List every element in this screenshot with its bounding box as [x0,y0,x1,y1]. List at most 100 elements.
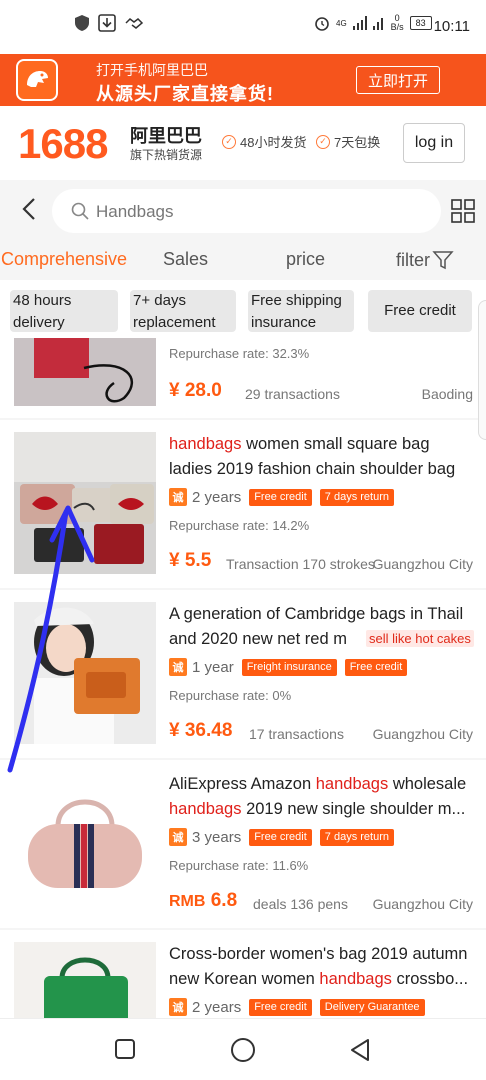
supplier-tags: 诚 2 years Free credit Delivery Guarantee [169,998,425,1016]
product-card[interactable]: AliExpress Amazon handbags wholesale han… [0,760,486,928]
supplier-years: 2 years [192,998,242,1016]
brand-subtitle: 旗下热销货源 [130,148,203,162]
status-right-icons: 4G 0 B/s 83 [314,14,432,32]
back-icon[interactable] [348,1037,372,1063]
hot-sale-tag: sell like hot cakes [366,630,474,647]
handshake-icon [125,18,144,29]
product-image[interactable] [14,942,156,1018]
tag-7day-return: 7 days return [319,488,394,506]
network-type: 4G [336,18,347,28]
transactions: 29 transactions [245,386,340,402]
signal-icon-2 [372,18,383,30]
filter-funnel-icon [432,251,454,270]
supplier-tags: 诚 3 years Free credit 7 days return [169,828,394,846]
status-time: 10:11 [433,18,470,35]
chip-7day-replacement[interactable]: 7+ days replacement [130,290,236,332]
badge-48h-shipping: ✓ 48小时发货 [222,132,306,151]
tab-filter[interactable]: filter [396,249,454,271]
product-title[interactable]: Cross-border women's bag 2019 autumn new… [169,942,474,992]
product-price: RMB 6.8 [169,890,238,911]
shield-icon [75,15,89,31]
repurchase-rate: Repurchase rate: 0% [169,688,292,703]
product-title[interactable]: AliExpress Amazon handbags wholesale han… [169,772,474,822]
login-button[interactable]: log in [403,123,465,163]
repurchase-rate: Repurchase rate: 14.2% [169,518,310,533]
dino-logo-icon [27,71,48,87]
chip-48h-delivery[interactable]: 48 hours delivery [10,290,118,332]
app-logo [16,59,58,101]
filter-chips: 48 hours delivery 7+ days replacement Fr… [0,280,486,338]
tab-filter-label: filter [396,249,431,270]
product-price: ¥ 36.48 [169,720,233,741]
search-icon [71,202,89,220]
badge-7day-exchange: ✓ 7天包换 [316,132,380,151]
repurchase-rate: Repurchase rate: 32.3% [169,346,310,361]
tag-free-credit: Free credit [249,488,312,506]
product-card[interactable]: Repurchase rate: 32.3% ¥ 28.0 29 transac… [0,338,486,418]
transactions: deals 136 pens [253,896,348,912]
supplier-years: 2 years [192,488,242,506]
system-nav-bar [0,1018,486,1080]
brand-logo-number[interactable]: 1688 [18,120,108,168]
download-icon [98,14,116,32]
product-price: ¥ 5.5 [169,550,212,571]
home-icon[interactable] [230,1037,256,1063]
tab-sales[interactable]: Sales [163,249,208,270]
product-list: Repurchase rate: 32.3% ¥ 28.0 29 transac… [0,338,486,1018]
status-bar: 4G 0 B/s 83 10:11 [0,0,486,54]
search-row: Handbags [0,180,486,242]
repurchase-rate: Repurchase rate: 11.6% [169,858,309,873]
tag-delivery-guarantee: Delivery Guarantee [319,998,425,1016]
chengxin-badge-icon: 诚 [169,488,187,506]
banner-line1: 打开手机阿里巴巴 [96,62,208,78]
sort-tabs: Comprehensive Sales price filter [0,242,486,280]
chevron-left-icon [22,198,35,220]
product-image[interactable] [14,772,156,914]
product-card[interactable]: Cross-border women's bag 2019 autumn new… [0,930,486,1018]
location: Guangzhou City [372,556,473,572]
battery-icon: 83 [409,16,432,30]
banner-line2: 从源头厂家直接拿货! [96,84,274,104]
check-circle-icon: ✓ [222,134,236,149]
status-left-icons [74,14,144,32]
tab-comprehensive[interactable]: Comprehensive [1,249,127,270]
chip-free-shipping-insurance[interactable]: Free shipping insurance [248,290,354,332]
search-placeholder: Handbags [96,202,174,221]
supplier-tags: 诚 2 years Free credit 7 days return [169,488,394,506]
side-scroll-handle[interactable] [478,300,486,440]
tag-freight-insurance: Freight insurance [241,658,337,676]
chip-free-credit[interactable]: Free credit [368,290,472,332]
tag-7day-return: 7 days return [319,828,394,846]
supplier-years: 3 years [192,828,242,846]
product-card[interactable]: handbags women small square bag ladies 2… [0,420,486,588]
product-title[interactable]: handbags women small square bag ladies 2… [169,432,474,482]
tab-price[interactable]: price [286,249,325,270]
open-app-banner[interactable]: 打开手机阿里巴巴 从源头厂家直接拿货! 立即打开 [0,54,486,106]
product-image[interactable] [14,338,156,406]
alarm-icon [315,17,329,31]
supplier-tags: 诚 1 year Freight insurance Free credit [169,658,408,676]
tag-free-credit: Free credit [249,828,312,846]
location: Guangzhou City [372,896,473,912]
location: Guangzhou City [372,726,473,742]
product-image[interactable] [14,432,156,574]
open-app-button[interactable]: 立即打开 [356,66,440,94]
product-image[interactable] [14,602,156,744]
grid-view-icon[interactable] [451,199,475,223]
supplier-years: 1 year [192,658,234,676]
product-card[interactable]: A generation of Cambridge bags in Thail … [0,590,486,758]
site-header: 1688 阿里巴巴 旗下热销货源 ✓ 48小时发货 ✓ 7天包换 log in [0,106,486,180]
back-button[interactable] [16,194,42,224]
search-input[interactable]: Handbags [52,189,441,233]
product-price: ¥ 28.0 [169,380,222,401]
badge-48h-label: 48小时发货 [240,135,307,150]
badge-7day-label: 7天包换 [334,135,381,150]
signal-icon [352,16,367,30]
tag-free-credit: Free credit [344,658,408,676]
transactions: 17 transactions [249,726,344,742]
chengxin-badge-icon: 诚 [169,658,187,676]
recent-apps-icon[interactable] [114,1038,136,1060]
net-speed: 0 B/s [390,13,404,32]
chengxin-badge-icon: 诚 [169,828,187,846]
chengxin-badge-icon: 诚 [169,998,187,1016]
